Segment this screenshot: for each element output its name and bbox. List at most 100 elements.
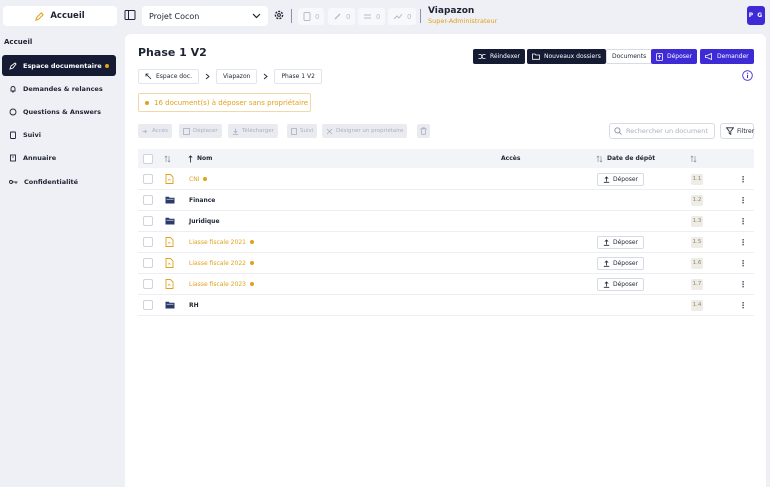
pending-documents-alert[interactable]: 16 document(s) à déposer sans propriétai… xyxy=(138,93,311,112)
sidebar-toggle-icon[interactable] xyxy=(124,9,138,23)
book-icon xyxy=(9,154,17,162)
sidebar-item-confidentialite[interactable]: Confidentialité xyxy=(2,171,116,192)
breadcrumb-item[interactable]: Phase 1 V2 xyxy=(274,69,322,84)
more-options-icon[interactable]: ⋮ xyxy=(739,280,747,289)
row-name[interactable]: Juridique xyxy=(189,218,220,225)
trend-icon xyxy=(393,13,403,21)
more-options-icon[interactable]: ⋮ xyxy=(739,196,747,205)
pending-dot xyxy=(249,240,254,244)
filter-icon xyxy=(726,127,734,135)
counter-value: 0 xyxy=(376,12,381,21)
table-row[interactable]: Finance 1.2 ⋮ xyxy=(138,190,754,211)
info-icon[interactable] xyxy=(742,70,753,81)
breadcrumb-label: Espace doc. xyxy=(156,73,192,80)
links-counter[interactable]: 0 xyxy=(328,8,356,25)
column-date[interactable]: Date de dépôt xyxy=(596,154,656,163)
table-row[interactable]: Liasse fiscale 2021 Déposer 1.5 ⋮ xyxy=(138,232,754,253)
pending-dot xyxy=(249,261,254,265)
button-label: Déposer xyxy=(667,53,693,60)
index-badge: 1.3 xyxy=(691,215,703,227)
row-deposit-button[interactable]: Déposer xyxy=(597,172,645,186)
table-row[interactable]: RH 1.4 ⋮ xyxy=(138,295,754,316)
documents-counter[interactable]: 0 xyxy=(298,8,325,25)
breadcrumb-item[interactable]: Viapazon xyxy=(216,69,258,84)
button-label: Déposer xyxy=(613,175,639,183)
document-icon xyxy=(303,12,311,21)
row-name[interactable]: RH xyxy=(189,302,199,309)
row-name-label: Juridique xyxy=(189,217,220,225)
access-button[interactable]: Accès xyxy=(138,124,172,138)
request-button[interactable]: Demander xyxy=(700,49,754,64)
project-select[interactable]: Projet Cocon xyxy=(142,6,268,26)
row-checkbox[interactable] xyxy=(143,237,153,247)
button-label: Déplacer xyxy=(193,128,218,134)
follow-button[interactable]: Suivi xyxy=(287,124,318,138)
row-checkbox[interactable] xyxy=(143,174,153,184)
index-badge: 1.2 xyxy=(691,194,703,206)
column-name[interactable]: Nom xyxy=(188,154,212,163)
more-options-icon[interactable]: ⋮ xyxy=(739,259,747,268)
column-access[interactable]: Accès xyxy=(501,155,520,162)
select-all-checkbox[interactable] xyxy=(143,153,153,164)
search-input[interactable]: Rechercher un document xyxy=(609,123,715,139)
deposit-button[interactable]: Déposer xyxy=(651,49,698,64)
row-name[interactable]: Liasse fiscale 2023 xyxy=(189,281,254,288)
search-icon xyxy=(614,127,622,135)
activity-counter[interactable]: 0 xyxy=(388,8,417,25)
sort-icon[interactable] xyxy=(164,154,171,163)
sidebar-item-espace-documentaire[interactable]: Espace documentaire xyxy=(2,55,116,76)
home-button[interactable]: Accueil xyxy=(3,6,117,26)
arrow-up-icon xyxy=(188,154,193,163)
assign-owner-button[interactable]: Désigner un propriétaire xyxy=(322,124,408,138)
row-name[interactable]: CNI xyxy=(189,176,208,183)
more-options-icon[interactable]: ⋮ xyxy=(739,217,747,226)
row-checkbox[interactable] xyxy=(143,216,153,226)
trash-button[interactable] xyxy=(417,124,430,138)
documents-button[interactable]: Documents xyxy=(606,49,653,64)
reindex-button[interactable]: Réindexer xyxy=(473,49,525,64)
row-name[interactable]: Liasse fiscale 2021 xyxy=(189,239,254,246)
folder-icon xyxy=(165,217,175,225)
sidebar-item-suivi[interactable]: Suivi xyxy=(2,124,116,145)
button-label: Filtrer xyxy=(737,127,755,135)
index-badge: 1.7 xyxy=(691,278,703,290)
sort-icon[interactable] xyxy=(690,154,697,163)
row-checkbox[interactable] xyxy=(143,279,153,289)
table-row[interactable]: Liasse fiscale 2023 Déposer 1.7 ⋮ xyxy=(138,274,754,295)
sidebar-item-demandes[interactable]: Demandes & relances xyxy=(2,78,116,99)
button-label: Demander xyxy=(717,53,749,60)
divider xyxy=(291,9,292,23)
more-options-icon[interactable]: ⋮ xyxy=(739,301,747,310)
breadcrumb-item[interactable]: Espace doc. xyxy=(138,69,199,84)
filter-button[interactable]: Filtrer xyxy=(720,123,754,139)
row-checkbox[interactable] xyxy=(143,195,153,205)
row-deposit-button[interactable]: Déposer xyxy=(597,256,645,270)
row-name[interactable]: Finance xyxy=(189,197,215,204)
sidebar-item-annuaire[interactable]: Annuaire xyxy=(2,147,116,168)
new-folders-button[interactable]: Nouveaux dossiers xyxy=(527,49,606,64)
chevron-right-icon xyxy=(205,73,210,80)
button-label: Documents xyxy=(612,53,647,60)
column-label: Date de dépôt xyxy=(607,155,656,162)
row-checkbox[interactable] xyxy=(143,258,153,268)
download-button[interactable]: Télécharger xyxy=(228,124,278,138)
row-deposit-button[interactable]: Déposer xyxy=(597,277,645,291)
row-name[interactable]: Liasse fiscale 2022 xyxy=(189,260,254,267)
breadcrumb-label: Phase 1 V2 xyxy=(281,73,315,80)
table-row[interactable]: Juridique 1.3 ⋮ xyxy=(138,211,754,232)
tasks-counter[interactable]: 0 xyxy=(358,8,386,25)
rocket-icon xyxy=(9,61,17,70)
table-row[interactable]: Liasse fiscale 2022 Déposer 1.6 ⋮ xyxy=(138,253,754,274)
more-options-icon[interactable]: ⋮ xyxy=(739,175,747,184)
row-deposit-button[interactable]: Déposer xyxy=(597,235,645,249)
index-badge: 1.5 xyxy=(691,236,703,248)
search-placeholder: Rechercher un document xyxy=(626,127,708,135)
table-row[interactable]: CNI Déposer 1.1 ⋮ xyxy=(138,169,754,190)
more-options-icon[interactable]: ⋮ xyxy=(739,238,747,247)
sidebar-item-questions[interactable]: Questions & Answers xyxy=(2,101,116,122)
file-icon xyxy=(165,279,174,289)
avatar[interactable]: P G xyxy=(747,6,765,25)
row-checkbox[interactable] xyxy=(143,300,153,310)
move-button[interactable]: Déplacer xyxy=(179,124,222,138)
gear-icon[interactable] xyxy=(273,9,287,23)
